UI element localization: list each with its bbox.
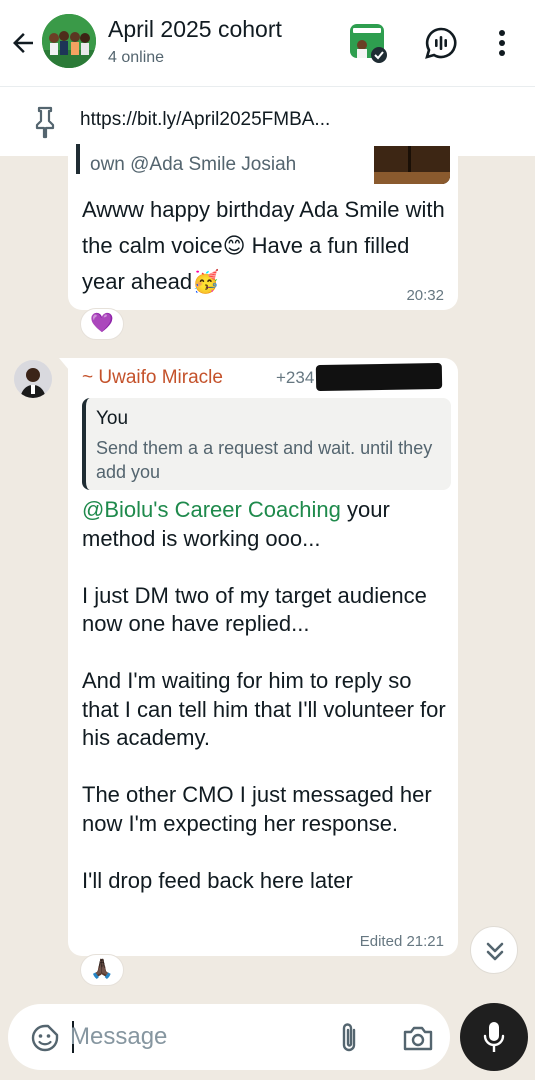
chat-title[interactable]: April 2025 cohort <box>108 16 282 43</box>
back-arrow-icon[interactable] <box>8 28 38 58</box>
mic-icon <box>483 1022 505 1052</box>
message-paragraph: The other CMO I just messaged her now I'… <box>82 782 432 836</box>
group-avatar[interactable] <box>42 14 96 68</box>
message-input[interactable] <box>70 1018 320 1056</box>
quoted-text[interactable]: own @Ada Smile Josiah <box>90 154 296 176</box>
pinned-link[interactable]: https://bit.ly/April2025FMBA... <box>80 109 330 131</box>
reaction-badge[interactable]: 🙏🏿 <box>80 954 124 986</box>
quote-accent-bar <box>76 144 80 174</box>
sticker-icon[interactable] <box>30 1023 60 1053</box>
message-bubble[interactable]: ~ Uwaifo Miracle +234 You Send them a a … <box>59 358 458 956</box>
message-paragraph: I'll drop feed back here later <box>82 867 353 893</box>
bubble-tail <box>59 358 69 370</box>
message-paragraph: I just DM two of my target audience now … <box>82 582 427 637</box>
message-time: 20:32 <box>406 287 444 304</box>
redaction-mark <box>315 362 443 392</box>
reaction-badge[interactable]: 💜 <box>80 308 124 340</box>
camera-icon[interactable] <box>402 1024 434 1052</box>
sender-phone[interactable]: +234 <box>276 368 314 388</box>
message-paragraph: @Biolu's Career Coaching your method is … <box>82 496 447 553</box>
reply-author: You <box>96 408 129 429</box>
chat-header: April 2025 cohort 4 online <box>0 0 535 86</box>
chevrons-down-icon <box>486 942 504 961</box>
more-vert-icon[interactable] <box>490 28 514 58</box>
message-bubble[interactable]: own @Ada Smile Josiah Awww happy birthda… <box>68 144 458 310</box>
voice-chat-icon[interactable] <box>424 26 458 60</box>
message-paragraph: And I'm waiting for him to reply so that… <box>82 668 446 750</box>
sender-avatar[interactable] <box>14 360 52 398</box>
message-time: Edited 21:21 <box>359 933 444 950</box>
pin-icon <box>35 106 55 139</box>
voice-message-button[interactable] <box>460 1003 528 1071</box>
paperclip-icon[interactable] <box>338 1021 360 1055</box>
message-body: @Biolu's Career Coaching your method is … <box>82 496 447 924</box>
scroll-to-bottom-button[interactable] <box>470 926 518 974</box>
cohort-thumbnail-icon[interactable] <box>348 22 390 64</box>
reply-quote[interactable]: You Send them a a request and wait. unti… <box>82 398 451 490</box>
message-text: Awww happy birthday Ada Smile with the c… <box>82 197 445 294</box>
sender-name[interactable]: ~ Uwaifo Miracle <box>82 367 223 389</box>
message-composer <box>8 1004 450 1070</box>
online-status: 4 online <box>108 49 165 66</box>
reply-text: Send them a a request and wait. until th… <box>96 438 433 482</box>
quoted-thumbnail[interactable] <box>374 146 450 184</box>
mention-link[interactable]: @Biolu's Career Coaching <box>82 497 341 522</box>
